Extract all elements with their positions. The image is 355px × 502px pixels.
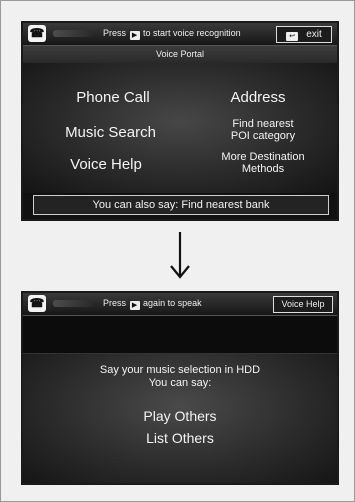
- voice-hint: Press ▶ to start voice recognition: [103, 28, 241, 40]
- phone-icon: ☎: [28, 295, 46, 312]
- more-dest-line-2: Methods: [241, 163, 285, 175]
- also-say-banner: You can also say: Find nearest bank: [33, 195, 329, 215]
- page-title: Voice Portal: [23, 46, 337, 63]
- hint-prefix: Press: [103, 28, 127, 38]
- poi-line-2: POI category: [230, 130, 296, 142]
- hint-suffix: again to speak: [143, 298, 202, 308]
- poi-line-1: Find nearest: [232, 118, 294, 130]
- down-arrow-icon: [170, 232, 190, 279]
- signal-indicator: [53, 300, 93, 307]
- say-title: Say your music selection in HDD: [99, 364, 261, 376]
- option-play-others[interactable]: Play Others: [23, 408, 337, 424]
- manual-frame: ☎ Press ▶ to start voice recognition ↩ ex…: [0, 0, 355, 502]
- menu-item-phone-call[interactable]: Phone Call: [63, 89, 163, 106]
- exit-button[interactable]: ↩ exit: [276, 26, 332, 43]
- menu-item-address[interactable]: Address: [198, 89, 318, 106]
- phone-icon: ☎: [28, 25, 46, 42]
- music-selection-screen: ☎ Press ▶ again to speak Voice Help Say …: [21, 291, 339, 485]
- speak-panel: Say your music selection in HDD You can …: [23, 353, 337, 483]
- more-dest-line-1: More Destination: [221, 151, 305, 163]
- voice-menu: Phone Call Address Music Search Find nea…: [23, 63, 337, 193]
- talk-button-icon: ▶: [129, 31, 140, 40]
- talk-button-icon: ▶: [129, 301, 140, 310]
- voice-hint: Press ▶ again to speak: [103, 298, 202, 310]
- status-bar: ☎ Press ▶ to start voice recognition ↩ ex…: [23, 23, 337, 46]
- voice-help-button[interactable]: Voice Help: [273, 296, 333, 313]
- status-bar: ☎ Press ▶ again to speak Voice Help: [23, 293, 337, 316]
- say-subtitle: You can say:: [148, 377, 212, 389]
- exit-label: exit: [306, 29, 322, 40]
- hint-prefix: Press: [103, 298, 127, 308]
- voice-portal-screen: ☎ Press ▶ to start voice recognition ↩ ex…: [21, 21, 339, 221]
- menu-item-more-destination-methods[interactable]: More Destination Methods: [198, 151, 328, 175]
- header-band: [23, 316, 337, 353]
- option-list-others[interactable]: List Others: [23, 430, 337, 446]
- menu-item-music-search[interactable]: Music Search: [43, 124, 178, 141]
- back-icon: ↩: [286, 32, 299, 41]
- menu-item-voice-help[interactable]: Voice Help: [51, 156, 161, 173]
- signal-indicator: [53, 30, 93, 37]
- hint-suffix: to start voice recognition: [143, 28, 241, 38]
- menu-item-find-nearest-poi[interactable]: Find nearest POI category: [203, 118, 323, 142]
